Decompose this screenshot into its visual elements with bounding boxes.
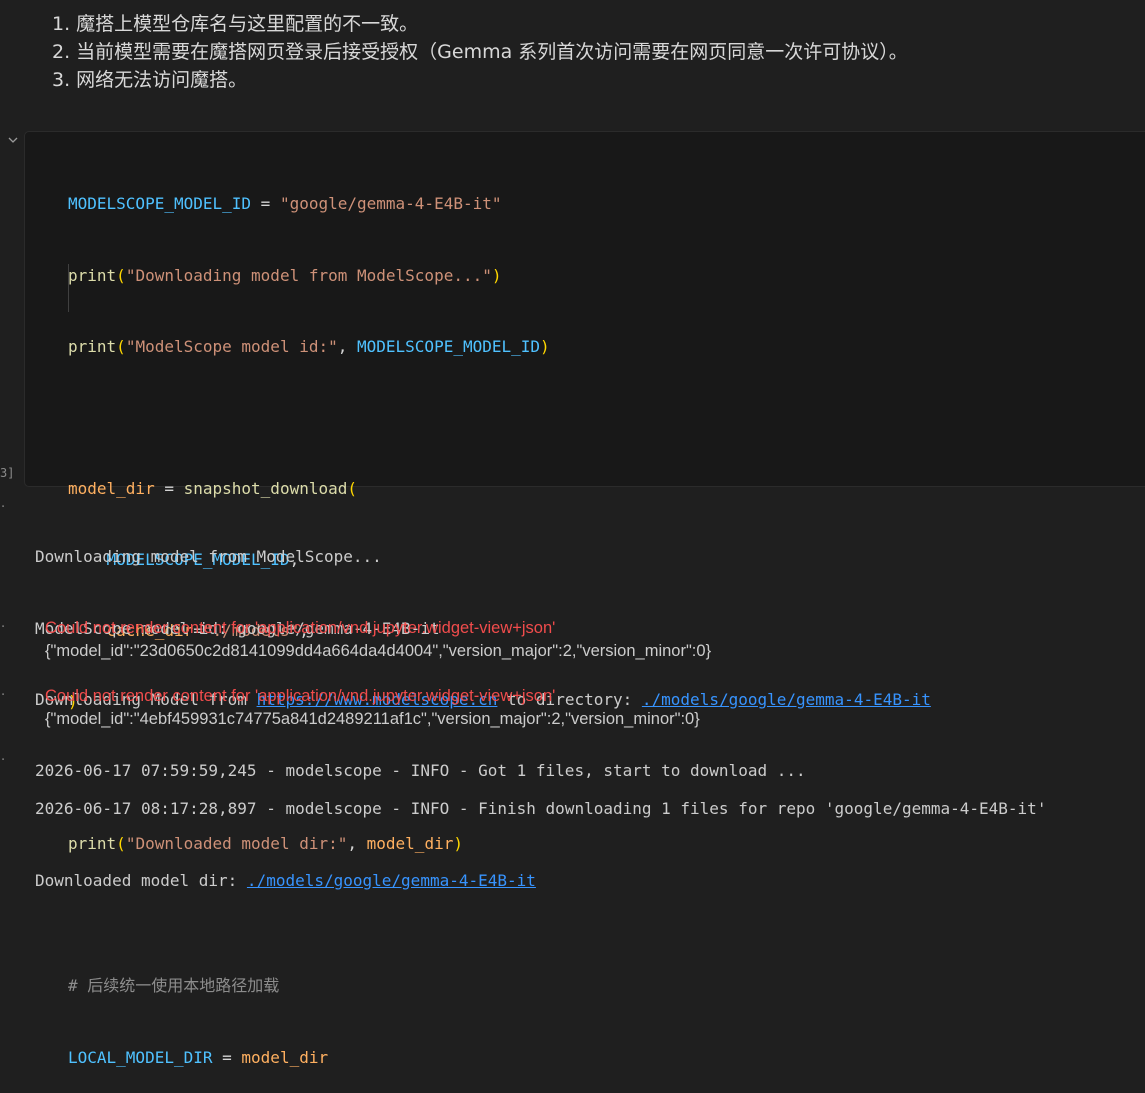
code-line-1: MODELSCOPE_MODEL_ID = "google/gemma-4-E4… xyxy=(68,192,550,216)
code-line-13: LOCAL_MODEL_DIR = model_dir xyxy=(68,1046,550,1070)
code-token: ( xyxy=(347,478,358,498)
error-message: Could not render content for 'applicatio… xyxy=(45,619,556,637)
widget-json: {"model_id":"4ebf459931c74775a841d248921… xyxy=(45,710,700,728)
code-line-12: # 后续统一使用本地路径加载 xyxy=(68,974,550,998)
code-line-3: print("ModelScope model id:", MODELSCOPE… xyxy=(68,335,550,359)
code-line-2: print("Downloading model from ModelScope… xyxy=(68,264,550,288)
chevron-down-icon[interactable] xyxy=(8,135,18,145)
code-token: ) xyxy=(491,265,502,285)
widget-json: {"model_id":"23d0650c2d8141099dd4a664da4… xyxy=(45,642,712,660)
code-token: print xyxy=(68,265,117,285)
markdown-cell: 1. 魔搭上模型仓库名与这里配置的不一致。 2. 当前模型需要在魔搭网页登录后接… xyxy=(52,10,908,94)
model-dir-link[interactable]: ./models/google/gemma-4-E4B-it xyxy=(247,871,536,890)
code-token: = xyxy=(212,1047,242,1067)
output-line: Downloading model from ModelScope... xyxy=(35,547,382,567)
markdown-line-3: 3. 网络无法访问魔搭。 xyxy=(52,69,248,91)
output-marker[interactable]: · xyxy=(1,620,5,635)
code-token: ( xyxy=(116,265,126,285)
code-token: ) xyxy=(540,336,550,356)
output-marker[interactable]: · xyxy=(1,688,5,703)
widget-error-1: Could not render content for 'applicatio… xyxy=(45,617,711,663)
execution-count: 3] xyxy=(0,466,15,480)
output-stream-2: 2026-06-17 08:17:28,897 - modelscope - I… xyxy=(35,750,1046,916)
code-token: model_dir xyxy=(241,1047,329,1067)
output-marker[interactable]: · xyxy=(1,753,5,768)
output-line: 2026-06-17 08:17:28,897 - modelscope - I… xyxy=(35,799,1047,819)
code-token: print xyxy=(68,336,117,356)
code-token: ( xyxy=(116,336,126,356)
code-token: model_dir xyxy=(68,478,155,498)
output-marker[interactable]: · xyxy=(1,500,5,515)
output-text: Downloaded model dir: xyxy=(35,870,247,890)
code-line-5: model_dir = snapshot_download( xyxy=(68,477,550,501)
output-line: Downloaded model dir: ./models/google/ge… xyxy=(35,869,1046,893)
code-token: snapshot_download xyxy=(183,478,348,498)
code-token: = xyxy=(251,194,280,214)
code-token: , xyxy=(337,336,357,356)
code-token: "google/gemma-4-E4B-it" xyxy=(279,194,502,214)
code-token: "ModelScope model id:" xyxy=(125,336,338,356)
code-comment: # 后续统一使用本地路径加载 xyxy=(68,976,280,996)
code-token: = xyxy=(154,478,184,498)
code-token: LOCAL_MODEL_DIR xyxy=(68,1047,213,1067)
code-token: "Downloading model from ModelScope..." xyxy=(125,265,492,285)
code-token: MODELSCOPE_MODEL_ID xyxy=(68,194,252,214)
widget-error-2: Could not render content for 'applicatio… xyxy=(45,685,700,731)
markdown-line-1: 1. 魔搭上模型仓库名与这里配置的不一致。 xyxy=(52,13,419,35)
code-token: MODELSCOPE_MODEL_ID xyxy=(357,336,541,356)
markdown-line-2: 2. 当前模型需要在魔搭网页登录后接受授权（Gemma 系列首次访问需要在网页同… xyxy=(52,41,908,63)
error-message: Could not render content for 'applicatio… xyxy=(45,687,556,705)
